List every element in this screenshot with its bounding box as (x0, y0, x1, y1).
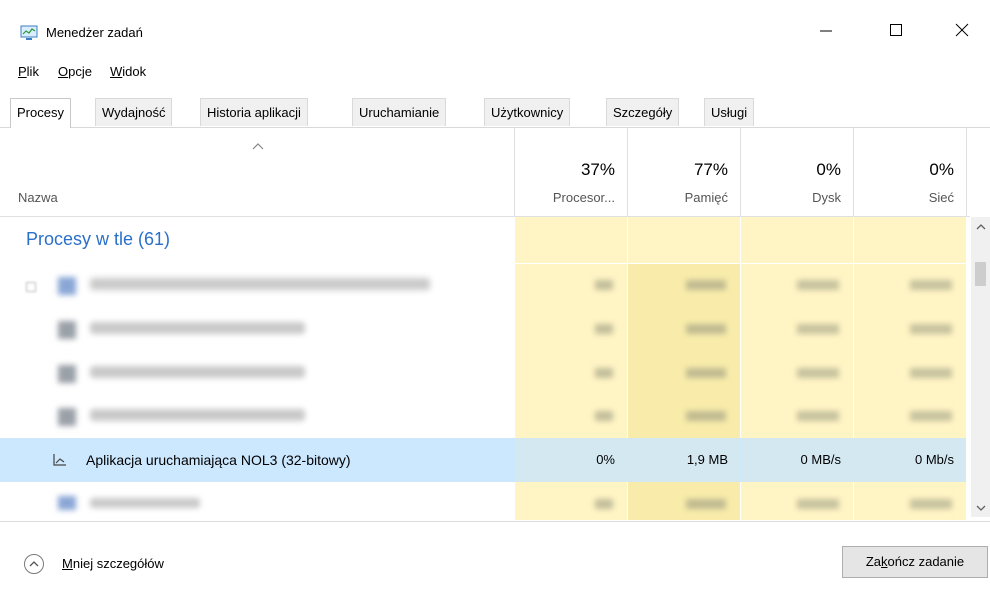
group-disk-cell (741, 217, 853, 263)
table-row[interactable] (0, 482, 514, 520)
less-details-link[interactable]: Mniej szczegółów (62, 556, 164, 571)
network-usage-total[interactable]: 0% (853, 160, 954, 180)
process-cpu: 0% (515, 438, 627, 482)
tab-users[interactable]: Użytkownicy (484, 98, 571, 126)
end-task-button[interactable]: Zakończ zadanie (842, 546, 988, 578)
row-cpu-cell (515, 352, 627, 396)
column-header-cpu[interactable]: Procesor... (514, 190, 615, 205)
row-memory-cell (628, 264, 740, 308)
column-header-memory[interactable]: Pamięć (627, 190, 728, 205)
footer-divider (0, 521, 990, 522)
memory-usage-total[interactable]: 77% (627, 160, 728, 180)
column-header-disk[interactable]: Dysk (740, 190, 841, 205)
menu-label: pcje (68, 64, 92, 79)
process-icon (58, 321, 76, 339)
row-network-cell (854, 308, 966, 352)
process-name-redacted (90, 278, 430, 290)
minimize-button[interactable] (806, 10, 846, 50)
close-icon (955, 23, 969, 37)
menu-file[interactable]: Plik (18, 64, 39, 79)
menu-accel: W (110, 64, 123, 79)
process-memory: 1,9 MB (628, 438, 740, 482)
accel-letter: M (62, 556, 73, 571)
row-memory-cell (628, 482, 740, 520)
menu-options[interactable]: Opcje (58, 64, 92, 79)
row-cpu-cell (515, 396, 627, 438)
row-disk-cell (741, 308, 853, 352)
group-header-background-processes[interactable]: Procesy w tle (61) (26, 229, 170, 250)
tab-processes[interactable]: Procesy (10, 98, 71, 128)
column-header-name[interactable]: Nazwa (18, 190, 58, 205)
row-cpu-cell (515, 482, 627, 520)
row-cpu-cell (515, 308, 627, 352)
menu-accel: P (18, 64, 27, 79)
less-details-label: niej szczegółów (72, 556, 164, 571)
minimize-icon (820, 30, 832, 32)
process-name-redacted (90, 498, 200, 508)
menu-label: idok (122, 64, 147, 79)
column-separator (966, 128, 967, 216)
tab-details[interactable]: Szczegóły (606, 98, 680, 126)
table-row[interactable] (0, 308, 514, 352)
maximize-button[interactable] (876, 10, 916, 50)
row-disk-cell (741, 264, 853, 308)
process-name-redacted (90, 322, 305, 334)
table-row[interactable] (0, 352, 514, 396)
row-cpu-cell (515, 264, 627, 308)
tab-performance[interactable]: Wydajność (95, 98, 173, 126)
tab-divider (0, 127, 990, 128)
expand-chevron-icon (26, 282, 36, 292)
table-row[interactable] (0, 264, 514, 308)
app-launcher-icon (53, 454, 66, 466)
menu-accel: O (58, 64, 69, 79)
end-task-label-part: Za (865, 554, 882, 569)
maximize-icon (890, 24, 902, 36)
row-network-cell (854, 396, 966, 438)
menu-view[interactable]: Widok (110, 64, 146, 79)
disk-usage-total[interactable]: 0% (740, 160, 841, 180)
sort-chevron-up-icon (252, 143, 264, 150)
menu-bar (0, 62, 990, 84)
process-name-redacted (90, 366, 305, 378)
process-network: 0 Mb/s (854, 438, 966, 482)
row-memory-cell (628, 352, 740, 396)
task-manager-icon (20, 25, 38, 40)
tab-startup[interactable]: Uruchamianie (352, 98, 447, 126)
tab-services[interactable]: Usługi (704, 98, 755, 126)
process-name-redacted (90, 409, 305, 421)
less-details-toggle[interactable] (24, 554, 44, 574)
scroll-up-arrow-icon[interactable] (975, 222, 987, 232)
row-memory-cell (628, 396, 740, 438)
group-network-cell (854, 217, 966, 263)
table-row[interactable] (0, 396, 514, 438)
process-icon (58, 496, 76, 510)
process-icon (58, 277, 76, 295)
chevron-up-icon (29, 561, 39, 567)
tab-app-history[interactable]: Historia aplikacji (200, 98, 308, 126)
group-memory-cell (628, 217, 740, 263)
row-disk-cell (741, 482, 853, 520)
menu-label: lik (26, 64, 39, 79)
column-header-network[interactable]: Sieć (853, 190, 954, 205)
row-network-cell (854, 264, 966, 308)
process-disk: 0 MB/s (741, 438, 853, 482)
scrollbar-thumb[interactable] (975, 262, 986, 286)
process-icon (58, 365, 76, 383)
process-icon (58, 408, 76, 426)
row-network-cell (854, 482, 966, 520)
group-cpu-cell (515, 217, 627, 263)
window-title: Menedżer zadań (46, 25, 143, 40)
process-name: Aplikacja uruchamiająca NOL3 (32-bitowy) (86, 452, 351, 468)
row-network-cell (854, 352, 966, 396)
scroll-down-arrow-icon[interactable] (975, 503, 987, 513)
row-disk-cell (741, 352, 853, 396)
cpu-usage-total[interactable]: 37% (514, 160, 615, 180)
row-disk-cell (741, 396, 853, 438)
close-button[interactable] (942, 10, 982, 50)
end-task-label-part: ończ zadanie (887, 554, 965, 569)
row-memory-cell (628, 308, 740, 352)
